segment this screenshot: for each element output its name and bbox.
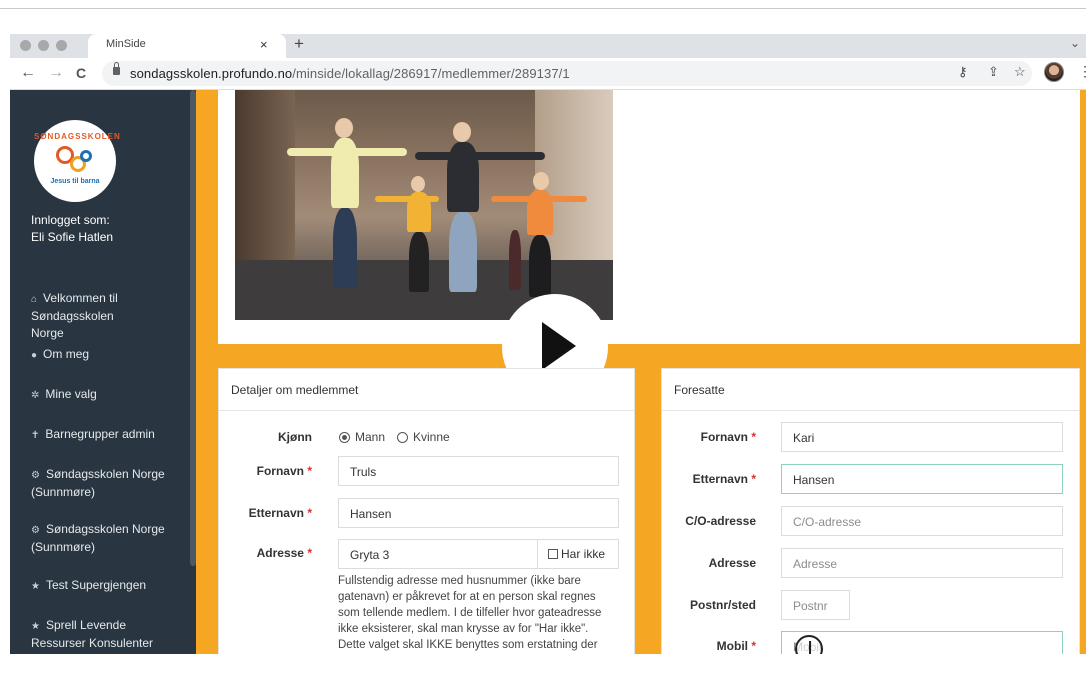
guardian-mobile-label: Mobil *: [716, 639, 756, 653]
guardian-firstname-input[interactable]: Kari: [781, 422, 1063, 452]
member-address-label: Adresse *: [256, 546, 312, 560]
logged-in-label: Innlogget som:: [31, 213, 110, 227]
member-lastname-input[interactable]: Hansen: [338, 498, 619, 528]
gender-label: Kjønn: [278, 430, 312, 444]
children-dancing-photo: [235, 90, 613, 320]
star-icon: ★: [31, 581, 40, 592]
gender-female-radio[interactable]: [397, 432, 408, 443]
main-content: Detaljer om medlemmet Kjønn Mann Kvinne …: [196, 90, 1086, 654]
sidebar-item-sunnmore-2[interactable]: ⚙ Søndagsskolen Norge (Sunnmøre): [31, 521, 181, 556]
browser-menu-icon[interactable]: ⋮: [1078, 63, 1086, 80]
gender-male-radio[interactable]: [339, 432, 350, 443]
share-icon[interactable]: ⇪: [988, 64, 999, 80]
sidebar-item-sprell-levende[interactable]: ★ Sprell Levende Ressurser Konsulenter: [31, 617, 171, 652]
member-address-input[interactable]: Gryta 3: [338, 539, 538, 569]
sondagsskolen-logo[interactable]: SØNDAGSSKOLEN Jesus til barna: [34, 120, 121, 202]
window-controls[interactable]: [20, 40, 67, 51]
bookmark-star-icon[interactable]: ☆: [1014, 64, 1026, 80]
member-details-card: Detaljer om medlemmet Kjønn Mann Kvinne …: [218, 368, 635, 654]
close-tab-icon[interactable]: ×: [260, 37, 268, 52]
guardian-co-input[interactable]: C/O-adresse: [781, 506, 1063, 536]
guardian-address-label: Adresse: [708, 556, 756, 570]
reload-icon[interactable]: C: [76, 65, 86, 81]
new-tab-icon[interactable]: +: [294, 34, 304, 54]
home-icon: ⌂: [31, 294, 38, 305]
tab-search-icon[interactable]: ⌄: [1070, 36, 1080, 50]
sidebar: SØNDAGSSKOLEN Jesus til barna Innlogget …: [10, 90, 196, 654]
profile-avatar[interactable]: [1044, 62, 1064, 82]
guardian-lastname-input[interactable]: Hansen: [781, 464, 1063, 494]
no-address-checkbox[interactable]: Har ikke: [538, 539, 619, 569]
forward-icon[interactable]: →: [48, 64, 64, 82]
member-firstname-input[interactable]: Truls: [338, 456, 619, 486]
url-text: sondagsskolen.profundo.no/minside/lokall…: [130, 66, 570, 81]
sidebar-item-test-supergjengen[interactable]: ★ Test Supergjengen: [31, 577, 191, 595]
guardian-mobile-input[interactable]: Mobil: [781, 631, 1063, 654]
logged-in-info: Innlogget som: Eli Sofie Hatlen: [31, 212, 113, 246]
guardian-co-label: C/O-adresse: [685, 514, 756, 528]
member-lastname-label: Etternavn *: [248, 506, 312, 520]
lock-icon: [113, 62, 120, 75]
member-firstname-label: Fornavn *: [256, 464, 312, 478]
address-bar[interactable]: sondagsskolen.profundo.no/minside/lokall…: [102, 61, 1032, 86]
sidebar-item-mine-valg[interactable]: ✲ Mine valg: [31, 386, 191, 404]
tab-title: MinSide: [106, 38, 146, 50]
sidebar-item-sunnmore-1[interactable]: ⚙ Søndagsskolen Norge (Sunnmøre): [31, 466, 181, 501]
back-icon[interactable]: ←: [20, 64, 36, 82]
browser-tab-strip: MinSide × + ⌄: [10, 34, 1086, 58]
cogs-icon: ⚙: [31, 525, 40, 536]
logo-text-bottom: Jesus til barna: [50, 178, 100, 185]
checkbox-icon: [548, 549, 558, 559]
top-divider: [0, 8, 1086, 9]
guardian-card: Foresatte Fornavn * Kari Etternavn * Han…: [661, 368, 1080, 654]
guardian-postal-input[interactable]: Postnr: [781, 590, 850, 620]
logo-text-top: SØNDAGSSKOLEN: [34, 132, 121, 141]
sidebar-item-barnegrupper[interactable]: ✝ Barnegrupper admin: [31, 426, 191, 444]
sidebar-item-velkommen[interactable]: ⌂ Velkommen til Søndagsskolen Norge: [31, 290, 141, 342]
guardian-lastname-label: Etternavn *: [692, 472, 756, 486]
guardian-postal-label: Postnr/sted: [689, 598, 756, 612]
sidebar-item-om-meg[interactable]: ● Om meg: [31, 346, 191, 364]
address-help-text: Fullstendig adresse med husnummer (ikke …: [338, 575, 602, 651]
gender-female-label: Kvinne: [413, 430, 450, 444]
user-name: Eli Sofie Hatlen: [31, 230, 114, 244]
browser-toolbar: ← → C sondagsskolen.profundo.no/minside/…: [10, 58, 1086, 90]
browser-tab[interactable]: MinSide ×: [88, 34, 286, 58]
child-icon: ✝: [31, 430, 40, 441]
key-icon[interactable]: ⚷: [958, 64, 968, 80]
gear-icon: ✲: [31, 390, 40, 401]
member-details-title: Detaljer om medlemmet: [219, 369, 634, 411]
guardian-address-input[interactable]: Adresse: [781, 548, 1063, 578]
user-icon: ●: [31, 350, 38, 361]
image-panel: [218, 90, 1080, 344]
gender-male-label: Mann: [355, 430, 386, 444]
star-icon: ★: [31, 621, 40, 632]
guardian-title: Foresatte: [662, 369, 1079, 411]
cogs-icon: ⚙: [31, 470, 40, 481]
guardian-firstname-label: Fornavn *: [700, 430, 756, 444]
